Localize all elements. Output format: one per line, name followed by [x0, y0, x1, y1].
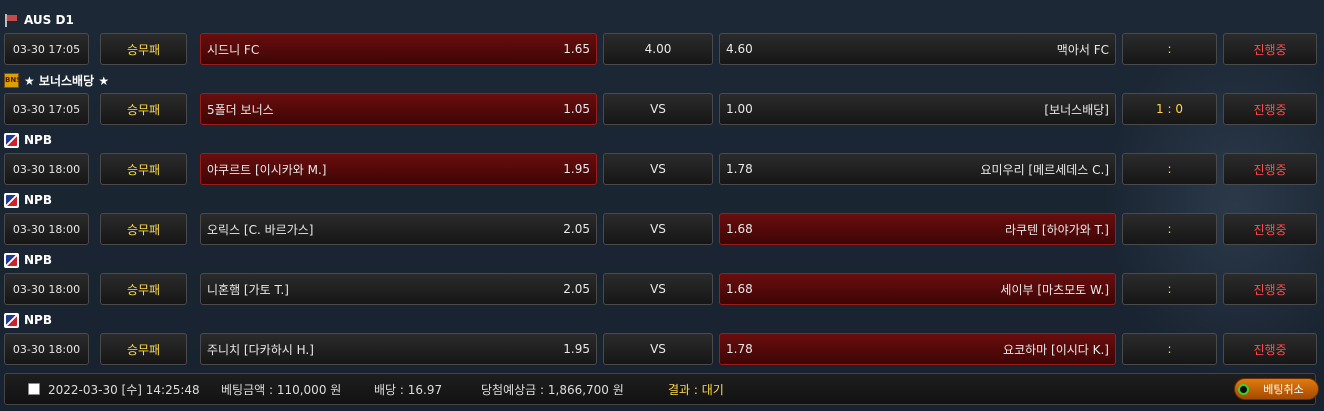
- draw-odds-button[interactable]: VS: [603, 93, 713, 125]
- draw-odds-button[interactable]: VS: [603, 213, 713, 245]
- home-odds: 1.65: [563, 42, 590, 56]
- home-team: 시드니 FC: [207, 42, 260, 57]
- game-time: 03-30 18:00: [4, 333, 89, 365]
- away-odds: 1.68: [726, 222, 753, 236]
- draw-odds-button[interactable]: VS: [603, 153, 713, 185]
- score: :: [1122, 273, 1217, 305]
- cancel-bet-label: 베팅취소: [1263, 383, 1304, 396]
- draw-odds-button[interactable]: 4.00: [603, 33, 713, 65]
- away-odds: 1.78: [726, 342, 753, 356]
- game-time: 03-30 17:05: [4, 93, 89, 125]
- score: :: [1122, 333, 1217, 365]
- home-team: 니혼햄 [가토 T.]: [207, 282, 289, 297]
- bet-datetime: 2022-03-30 [수] 14:25:48: [48, 382, 200, 397]
- away-team: 세이부 [마츠모토 W.]: [1000, 282, 1109, 297]
- away-team: [보너스배당]: [1044, 102, 1109, 117]
- home-odds: 1.05: [563, 102, 590, 116]
- league-name: ★ 보너스배당 ★: [24, 73, 110, 88]
- league-name: NPB: [24, 313, 52, 327]
- cancel-bet-button[interactable]: 베팅취소: [1234, 378, 1319, 400]
- league-name: AUS D1: [24, 13, 74, 27]
- score: 1 : 0: [1122, 93, 1217, 125]
- bet-type-button[interactable]: 승무패: [100, 333, 187, 365]
- away-odds-button[interactable]: 1.78 요코하마 [이시다 K.]: [719, 333, 1116, 365]
- league-name: NPB: [24, 253, 52, 267]
- radio-dot-icon: [1238, 384, 1249, 395]
- bet-type-button[interactable]: 승무패: [100, 93, 187, 125]
- draw-odds-button[interactable]: VS: [603, 273, 713, 305]
- home-odds-button[interactable]: 시드니 FC 1.65: [200, 33, 597, 65]
- bet-summary-bar: 2022-03-30 [수] 14:25:48 베팅금액 : 110,000 원…: [4, 373, 1319, 405]
- npb-icon: [4, 192, 19, 208]
- game-time: 03-30 18:00: [4, 153, 89, 185]
- league-header: AUS D1: [4, 10, 74, 30]
- status-badge: 진행중: [1223, 93, 1317, 125]
- away-odds: 1.78: [726, 162, 753, 176]
- home-team: 5폴더 보너스: [207, 102, 274, 117]
- bet-type-button[interactable]: 승무패: [100, 213, 187, 245]
- away-team: 라쿠텐 [하야가와 T.]: [1005, 222, 1109, 237]
- away-team: 요미우리 [메르세데스 C.]: [980, 162, 1109, 177]
- home-odds-button[interactable]: 야쿠르트 [이시카와 M.] 1.95: [200, 153, 597, 185]
- flag-icon: [4, 13, 19, 28]
- away-odds-button[interactable]: 1.68 세이부 [마츠모토 W.]: [719, 273, 1116, 305]
- home-odds-button[interactable]: 주니치 [다카하시 H.] 1.95: [200, 333, 597, 365]
- home-odds: 2.05: [563, 222, 590, 236]
- league-header: NPB: [4, 190, 52, 210]
- away-team: 맥아서 FC: [1056, 42, 1109, 57]
- home-odds: 1.95: [563, 342, 590, 356]
- select-checkbox[interactable]: [28, 383, 40, 395]
- game-time: 03-30 18:00: [4, 273, 89, 305]
- draw-odds-button[interactable]: VS: [603, 333, 713, 365]
- npb-icon: [4, 252, 19, 268]
- bet-type-button[interactable]: 승무패: [100, 153, 187, 185]
- home-team: 주니치 [다카하시 H.]: [207, 342, 314, 357]
- home-odds-button[interactable]: 5폴더 보너스 1.05: [200, 93, 597, 125]
- away-team: 요코하마 [이시다 K.]: [1003, 342, 1109, 357]
- bet-amount: 베팅금액 : 110,000 원: [221, 382, 342, 397]
- status-badge: 진행중: [1223, 333, 1317, 365]
- bet-result: 결과 : 대기: [668, 382, 724, 397]
- status-badge: 진행중: [1223, 33, 1317, 65]
- home-team: 야쿠르트 [이시카와 M.]: [207, 162, 327, 177]
- total-odds: 배당 : 16.97: [374, 382, 443, 397]
- away-odds-button[interactable]: 1.00 [보너스배당]: [719, 93, 1116, 125]
- home-odds: 1.95: [563, 162, 590, 176]
- game-time: 03-30 18:00: [4, 213, 89, 245]
- league-name: NPB: [24, 133, 52, 147]
- league-header: NPB: [4, 250, 52, 270]
- away-odds: 4.60: [726, 42, 753, 56]
- npb-icon: [4, 312, 19, 328]
- score: :: [1122, 33, 1217, 65]
- away-odds-button[interactable]: 4.60 맥아서 FC: [719, 33, 1116, 65]
- home-odds-button[interactable]: 니혼햄 [가토 T.] 2.05: [200, 273, 597, 305]
- game-time: 03-30 17:05: [4, 33, 89, 65]
- status-badge: 진행중: [1223, 213, 1317, 245]
- bet-type-button[interactable]: 승무패: [100, 273, 187, 305]
- home-odds-button[interactable]: 오릭스 [C. 바르가스] 2.05: [200, 213, 597, 245]
- npb-icon: [4, 132, 19, 148]
- home-team: 오릭스 [C. 바르가스]: [207, 222, 314, 237]
- status-badge: 진행중: [1223, 153, 1317, 185]
- away-odds: 1.68: [726, 282, 753, 296]
- home-odds: 2.05: [563, 282, 590, 296]
- league-header: NPB: [4, 310, 52, 330]
- bonus-icon: BNS: [4, 72, 21, 88]
- league-header: BNS ★ 보너스배당 ★: [4, 70, 109, 90]
- score: :: [1122, 213, 1217, 245]
- away-odds: 1.00: [726, 102, 753, 116]
- expected-win: 당첨예상금 : 1,866,700 원: [481, 382, 624, 397]
- score: :: [1122, 153, 1217, 185]
- status-badge: 진행중: [1223, 273, 1317, 305]
- league-name: NPB: [24, 193, 52, 207]
- league-header: NPB: [4, 130, 52, 150]
- bet-type-button[interactable]: 승무패: [100, 33, 187, 65]
- away-odds-button[interactable]: 1.78 요미우리 [메르세데스 C.]: [719, 153, 1116, 185]
- away-odds-button[interactable]: 1.68 라쿠텐 [하야가와 T.]: [719, 213, 1116, 245]
